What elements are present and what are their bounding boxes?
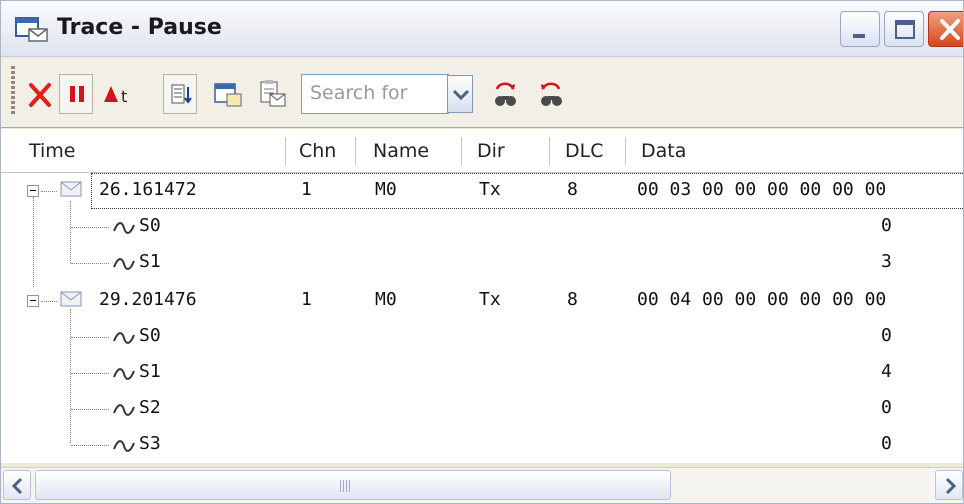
chevron-down-icon	[452, 89, 470, 101]
signal-row[interactable]: S3 0	[1, 427, 963, 463]
chn-cell: 1	[301, 179, 312, 200]
signal-value: 0	[881, 397, 892, 418]
toolbar-grip[interactable]	[11, 66, 15, 116]
close-button[interactable]	[928, 11, 963, 47]
column-divider[interactable]	[285, 137, 286, 165]
trace-list[interactable]: 26.161472 1 M0 Tx 8 00 03 00 00 00 00 00…	[1, 173, 963, 463]
signal-row[interactable]: S0 0	[1, 319, 963, 355]
svg-text:t: t	[121, 87, 127, 106]
signal-row[interactable]: S0 0	[1, 209, 963, 245]
signal-name: S0	[139, 325, 161, 346]
scrollbar-thumb[interactable]	[35, 470, 671, 500]
window-title: Trace - Pause	[57, 15, 222, 40]
collapse-toggle[interactable]	[27, 185, 39, 197]
trace-window: Trace - Pause t Search for Time Chn Name…	[0, 0, 964, 504]
message-icon	[59, 179, 85, 199]
chn-cell: 1	[301, 289, 312, 310]
signal-wave-icon	[113, 365, 135, 380]
collapse-toggle[interactable]	[27, 295, 39, 307]
horizontal-scrollbar[interactable]	[1, 467, 963, 503]
signal-wave-icon	[113, 255, 135, 270]
tree-line	[41, 301, 57, 302]
signal-name: S3	[139, 433, 161, 454]
signal-wave-icon	[113, 401, 135, 416]
tree-line	[71, 445, 109, 446]
column-divider[interactable]	[625, 137, 626, 165]
name-cell: M0	[375, 179, 397, 200]
time-cell: 26.161472	[99, 179, 197, 200]
maximize-button[interactable]	[884, 11, 924, 47]
trigger-icon[interactable]: t	[101, 80, 141, 110]
time-cell: 29.201476	[99, 289, 197, 310]
clear-icon[interactable]	[25, 80, 55, 110]
scrollbar-grip	[340, 480, 352, 492]
signal-wave-icon	[113, 219, 135, 234]
toolbar: t Search for	[1, 58, 963, 128]
signal-row[interactable]: S2 0	[1, 391, 963, 427]
column-divider[interactable]	[355, 137, 356, 165]
filter-button[interactable]	[163, 74, 197, 114]
dir-cell: Tx	[479, 289, 501, 310]
column-header: Time Chn Name Dir DLC Data	[1, 129, 963, 173]
scroll-left-button[interactable]	[3, 470, 31, 500]
column-header-dir[interactable]: Dir	[477, 129, 505, 173]
column-divider[interactable]	[549, 137, 550, 165]
title-bar[interactable]: Trace - Pause	[1, 1, 963, 57]
signal-value: 4	[881, 361, 892, 382]
find-next-icon[interactable]	[489, 80, 523, 110]
column-header-dlc[interactable]: DLC	[565, 129, 603, 173]
close-icon	[940, 19, 960, 40]
column-header-chn[interactable]: Chn	[299, 129, 336, 173]
signal-value: 0	[881, 325, 892, 346]
tree-line	[71, 263, 109, 264]
signal-wave-icon	[113, 329, 135, 344]
signal-name: S1	[139, 361, 161, 382]
data-cell: 00 03 00 00 00 00 00 00	[637, 179, 887, 200]
signal-name: S1	[139, 251, 161, 272]
signal-wave-icon	[113, 437, 135, 452]
signal-value: 0	[881, 433, 892, 454]
signal-row[interactable]: S1 3	[1, 245, 963, 281]
pause-icon	[70, 86, 84, 102]
minimize-icon	[853, 34, 865, 38]
search-dropdown-button[interactable]	[447, 75, 473, 113]
copy-icon[interactable]	[257, 80, 287, 110]
dir-cell: Tx	[479, 179, 501, 200]
tree-line	[71, 337, 109, 338]
dlc-cell: 8	[567, 289, 578, 310]
dlc-cell: 8	[567, 179, 578, 200]
signal-value: 0	[881, 215, 892, 236]
pause-button[interactable]	[59, 74, 93, 114]
column-header-name[interactable]: Name	[373, 129, 429, 173]
signal-row[interactable]: S1 4	[1, 355, 963, 391]
column-header-data[interactable]: Data	[641, 129, 686, 173]
name-cell: M0	[375, 289, 397, 310]
message-icon	[59, 289, 85, 309]
signal-name: S2	[139, 397, 161, 418]
trace-window-icon	[15, 17, 49, 43]
chevron-right-icon	[945, 477, 957, 495]
search-placeholder: Search for	[310, 82, 408, 104]
column-divider[interactable]	[461, 137, 462, 165]
chevron-left-icon	[11, 477, 23, 495]
signal-value: 3	[881, 251, 892, 272]
maximize-icon	[895, 20, 915, 39]
message-row[interactable]: 29.201476 1 M0 Tx 8 00 04 00 00 00 00 00…	[1, 283, 963, 319]
data-cell: 00 04 00 00 00 00 00 00	[637, 289, 887, 310]
search-input[interactable]: Search for	[301, 74, 449, 114]
find-previous-icon[interactable]	[535, 80, 569, 110]
tree-line	[41, 191, 57, 192]
message-row[interactable]: 26.161472 1 M0 Tx 8 00 03 00 00 00 00 00…	[1, 173, 963, 209]
column-header-time[interactable]: Time	[29, 129, 76, 173]
signal-name: S0	[139, 215, 161, 236]
window-icon[interactable]	[213, 80, 243, 110]
scroll-right-button[interactable]	[935, 470, 963, 500]
tree-line	[71, 227, 109, 228]
minimize-button[interactable]	[840, 11, 880, 47]
tree-line	[71, 409, 109, 410]
filter-icon	[171, 84, 192, 104]
tree-line	[71, 373, 109, 374]
